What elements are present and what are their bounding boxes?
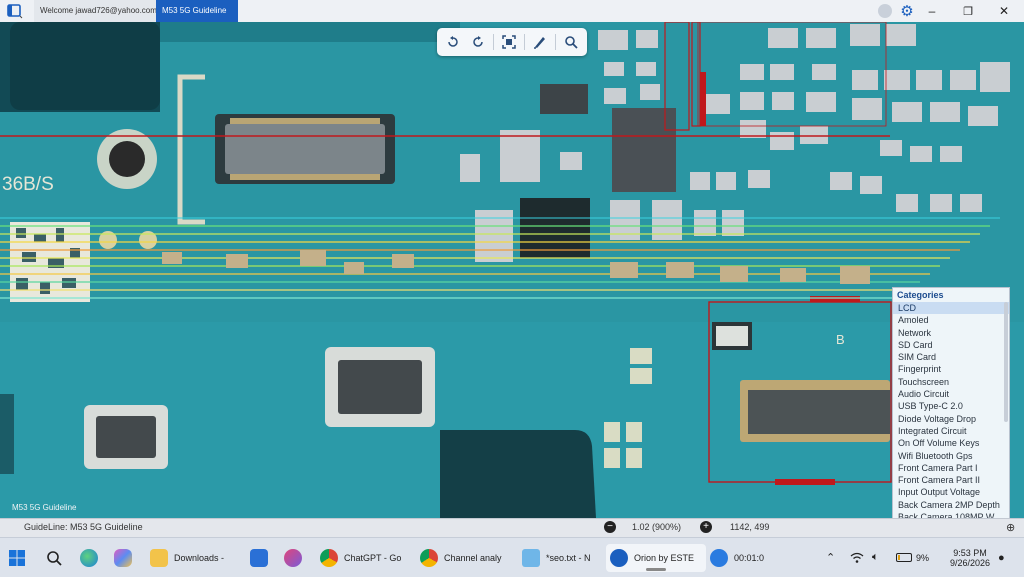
folder-icon bbox=[150, 549, 168, 567]
notepad-icon bbox=[522, 549, 540, 567]
active-indicator bbox=[646, 568, 666, 571]
rotate-left-icon[interactable] bbox=[443, 32, 463, 52]
cursor-coordinates: 1142, 499 bbox=[730, 522, 770, 532]
chrome-icon bbox=[420, 549, 438, 567]
profile-icon[interactable] bbox=[878, 4, 892, 18]
status-bar: GuideLine: M53 5G Guideline − 1.02 (900%… bbox=[0, 518, 1024, 537]
board-corner-label: M53 5G Guideline bbox=[12, 503, 77, 512]
store-icon[interactable] bbox=[250, 544, 268, 572]
pcb-board-view[interactable]: 36B/S B M53 5G Guideline bbox=[0, 22, 1024, 518]
category-item[interactable]: USB Type-C 2.0 bbox=[893, 400, 1009, 412]
category-item[interactable]: Touchscreen bbox=[893, 376, 1009, 388]
category-item[interactable]: Front Camera Part II bbox=[893, 474, 1009, 486]
guideline-status: GuideLine: M53 5G Guideline bbox=[24, 522, 143, 532]
clock-time: 9:53 PM bbox=[953, 547, 987, 558]
search-icon[interactable] bbox=[561, 32, 581, 52]
category-item[interactable]: Wifi Bluetooth Gps bbox=[893, 450, 1009, 462]
taskbar-channel-analytics[interactable]: Channel analy bbox=[420, 544, 502, 572]
notification-bell-icon[interactable]: ● bbox=[998, 538, 1005, 577]
recorder-icon bbox=[710, 549, 728, 567]
category-item[interactable]: Fingerprint bbox=[893, 363, 1009, 375]
category-item[interactable]: SD Card bbox=[893, 339, 1009, 351]
categories-scrollbar[interactable] bbox=[1004, 302, 1008, 422]
view-toolbar bbox=[437, 28, 587, 56]
chrome-icon bbox=[320, 549, 338, 567]
category-item[interactable]: SIM Card bbox=[893, 351, 1009, 363]
toolbar-separator bbox=[493, 34, 495, 50]
category-item[interactable]: Front Camera Part I bbox=[893, 462, 1009, 474]
tab-m53-guideline[interactable]: M53 5G Guideline bbox=[156, 0, 238, 22]
category-item[interactable]: Integrated Circuit bbox=[893, 425, 1009, 437]
edge-browser-icon[interactable] bbox=[80, 544, 98, 572]
windows-taskbar: Downloads - ChatGPT - Go Channel analy *… bbox=[0, 537, 1024, 577]
zoom-level: 1.02 (900%) bbox=[632, 522, 682, 532]
battery-indicator[interactable]: 9% bbox=[896, 538, 929, 577]
category-item[interactable]: Back Camera 2MP Depth bbox=[893, 499, 1009, 511]
clock-date: 9/26/2026 bbox=[950, 557, 991, 568]
close-button[interactable]: ✕ bbox=[986, 0, 1022, 22]
category-item[interactable]: Amoled bbox=[893, 314, 1009, 326]
battery-icon bbox=[896, 553, 912, 562]
wifi-icon[interactable] bbox=[850, 538, 864, 577]
app-menu-icon[interactable] bbox=[4, 2, 26, 20]
categories-title: Categories bbox=[897, 290, 944, 300]
maximize-button[interactable]: ❐ bbox=[950, 0, 986, 22]
chevron-up-icon[interactable]: ⌃ bbox=[826, 538, 835, 577]
title-bar: Welcome jawad726@yahoo.com - Orion M53 5… bbox=[0, 0, 1024, 23]
silk-text: 36B/S bbox=[2, 174, 54, 195]
categories-panel: Categories LCD Amoled Network SD Card SI… bbox=[892, 287, 1010, 522]
battery-percent: 9% bbox=[916, 552, 930, 563]
taskbar-recorder[interactable]: 00:01:0 bbox=[710, 544, 764, 572]
category-item[interactable]: Input Output Voltage bbox=[893, 486, 1009, 498]
toolbar-separator bbox=[554, 34, 556, 50]
taskbar-notepad[interactable]: *seo.txt - N bbox=[522, 544, 591, 572]
pcb-image: 36B/S B M53 5G Guideline bbox=[0, 22, 1024, 518]
rotate-right-icon[interactable] bbox=[468, 32, 488, 52]
minimize-button[interactable]: – bbox=[914, 0, 950, 22]
globe-icon[interactable]: ⊕ bbox=[1006, 521, 1015, 534]
snipping-tool-icon[interactable] bbox=[284, 544, 302, 572]
search-taskbar-icon[interactable] bbox=[46, 544, 62, 572]
zoom-in-icon[interactable]: + bbox=[700, 521, 712, 533]
category-item[interactable]: On Off Volume Keys bbox=[893, 437, 1009, 449]
orion-app-icon bbox=[610, 549, 628, 567]
taskbar-downloads[interactable]: Downloads - bbox=[150, 544, 224, 572]
category-item[interactable]: Network bbox=[893, 327, 1009, 339]
clock[interactable]: 9:53 PM 9/26/2026 bbox=[950, 538, 990, 577]
copilot-icon[interactable] bbox=[114, 544, 132, 572]
taskbar-chatgpt[interactable]: ChatGPT - Go bbox=[320, 544, 401, 572]
volume-icon[interactable]: 🔈︎ bbox=[872, 538, 879, 577]
tab-welcome[interactable]: Welcome jawad726@yahoo.com - Orion bbox=[34, 0, 164, 22]
category-item[interactable]: LCD bbox=[893, 302, 1009, 315]
taskbar-orion[interactable]: Orion by ESTE bbox=[606, 544, 706, 572]
pad-label-b: B bbox=[836, 332, 845, 347]
category-item[interactable]: Diode Voltage Drop bbox=[893, 413, 1009, 425]
windows-logo-icon bbox=[9, 550, 25, 566]
toolbar-separator bbox=[523, 34, 525, 50]
pen-icon[interactable] bbox=[530, 32, 550, 52]
fit-screen-icon[interactable] bbox=[499, 32, 519, 52]
zoom-out-icon[interactable]: − bbox=[604, 521, 616, 533]
category-item[interactable]: Audio Circuit bbox=[893, 388, 1009, 400]
start-button[interactable] bbox=[8, 544, 26, 572]
